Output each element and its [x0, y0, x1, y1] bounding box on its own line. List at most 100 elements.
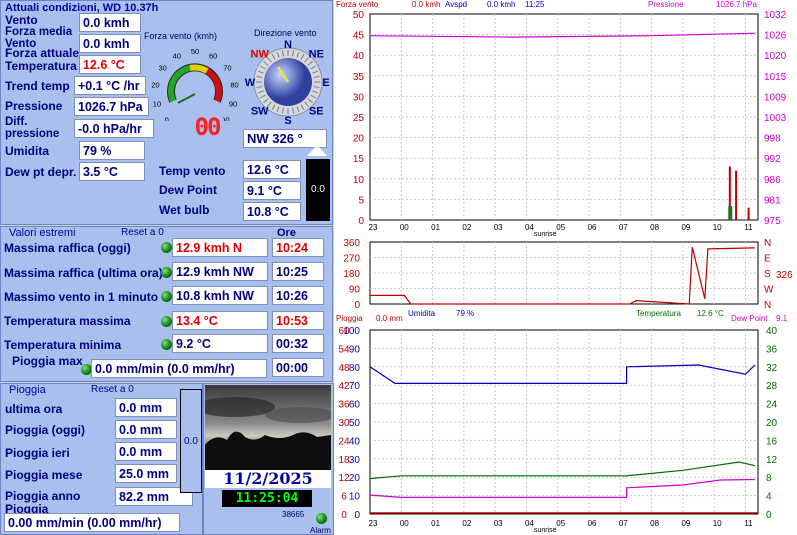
value-pressione: 1026.7 hPa	[74, 97, 149, 116]
compass-label: NE	[309, 49, 324, 61]
label-wet-bulb: Wet bulb	[159, 203, 210, 217]
y-tick-label-rain: 60	[338, 326, 350, 337]
y-tick-label-humidity: 0	[354, 510, 360, 521]
extreme-label-3: Temperatura massima	[4, 314, 131, 328]
x-tick-label: 08	[650, 223, 659, 232]
x-tick-label: 08	[650, 519, 659, 528]
x-tick-label: 00	[400, 519, 409, 528]
x-tick-label: 10	[713, 223, 722, 232]
extreme-label-2: Massimo vento in 1 minuto	[4, 290, 159, 304]
x-tick-label: 23	[369, 519, 378, 528]
compass-label: SW	[251, 105, 269, 117]
y-tick-label-humidity: 70	[349, 381, 361, 392]
x-tick-label: 00	[400, 223, 409, 232]
gauge-needle	[177, 93, 196, 104]
gauge-tick-label: 60	[209, 51, 217, 60]
y-tick-label-rain: 24	[338, 436, 350, 447]
rain-rate-value: 0.00 mm/min (0.00 mm/hr)	[4, 513, 180, 532]
x-tick-label: 03	[494, 519, 503, 528]
value-diff-pressione: -0.0 hPa/hr	[74, 119, 154, 138]
y-tick-label-rain: 18	[338, 455, 350, 466]
y-tick-label-left: 0	[358, 216, 364, 227]
gauge-tick-label: 80	[230, 81, 238, 90]
y-tick-label-rain: 30	[338, 418, 350, 429]
y-tick-label-right: 992	[764, 154, 781, 165]
counter-text: 38665	[282, 510, 305, 519]
label-temperatura: Temperatura	[5, 59, 77, 73]
y-tick-label-rain: 48	[338, 363, 350, 374]
rain-value-0: 0.0 mm	[115, 398, 177, 417]
x-tick-label: 23	[369, 223, 378, 232]
extreme-label-1: Massima raffica (ultima ora)	[4, 266, 163, 280]
y-tick-label-right: N	[764, 300, 771, 311]
status-led-icon	[161, 339, 172, 350]
y-tick-label-left: 35	[353, 72, 365, 83]
status-led-icon	[161, 316, 172, 327]
x-tick-label: 11	[744, 519, 753, 528]
value-temperatura: 12.6 °C	[79, 55, 141, 74]
extremes-reset-button[interactable]: Reset a 0	[121, 227, 164, 238]
y-tick-label-temperature: 40	[766, 326, 778, 337]
y-tick-label-left: 25	[353, 113, 365, 124]
x-tick-label: 05	[556, 223, 565, 232]
gauge-tick-label: 50	[191, 47, 199, 56]
y-tick-label-right: 1020	[764, 51, 787, 62]
value-temp-vento: 12.6 °C	[243, 160, 301, 179]
label-dew-point: Dew Point	[159, 183, 218, 197]
y-tick-label-rain: 6	[341, 492, 347, 503]
compass-label: SE	[309, 105, 324, 117]
extreme-time-0: 10:24	[272, 238, 324, 257]
extreme-label-5: Pioggia max	[12, 354, 83, 368]
x-tick-label: 01	[431, 223, 440, 232]
value-umidita: 79 %	[79, 141, 145, 160]
webcam-image	[205, 385, 331, 470]
x-tick-label: 01	[431, 519, 440, 528]
current-conditions-panel: Attuali condizioni, WD 10.37h Vento 0.0 …	[0, 0, 333, 225]
y-tick-label-left: 40	[353, 51, 365, 62]
label-temp-vento: Temp vento	[159, 164, 226, 178]
y-tick-label-right: N	[764, 238, 771, 249]
y-tick-label-rain: 12	[338, 473, 350, 484]
x-tick-label: 11	[744, 223, 753, 232]
y-tick-label-left: 90	[349, 285, 361, 296]
x-tick-label: 09	[681, 519, 690, 528]
gauge-tick-label: 0	[165, 115, 169, 121]
rain-bar-display: 0.0	[180, 389, 202, 493]
y-tick-label-left: 270	[343, 254, 360, 265]
y-tick-label-humidity: 80	[349, 363, 361, 374]
humidity-temperature-chart: 0102030405060708090100061218243036424854…	[338, 326, 778, 534]
extreme-value-5: 0.0 mm/min (0.0 mm/hr)	[91, 359, 267, 378]
y-tick-label-temperature: 8	[766, 473, 772, 484]
compass-label: NW	[251, 49, 270, 61]
extreme-label-4: Temperatura minima	[4, 338, 122, 352]
value-dew-pt-depr: 3.5 °C	[79, 162, 145, 181]
rain-value-1: 0.0 mm	[115, 420, 177, 439]
y-tick-label-right: 1009	[764, 92, 787, 103]
y-tick-label-left: 0	[354, 300, 360, 311]
y-tick-label-right: 1015	[764, 72, 787, 83]
gauge-digital-display: 00	[191, 114, 223, 140]
rain-label-2: Pioggia ieri	[5, 446, 70, 460]
gauge-tick-label: 20	[151, 81, 159, 90]
y-tick-label-left: 20	[353, 134, 365, 145]
gauge-title: Forza vento (kmh)	[144, 31, 218, 41]
alarm-led-icon[interactable]	[316, 513, 327, 524]
y-tick-label-left: 50	[353, 10, 365, 21]
wind-speed-gauge: 010203040 50 60708090100	[151, 47, 238, 121]
rain-title: Pioggia	[9, 384, 46, 396]
x-tick-label: 07	[619, 223, 628, 232]
value-vento: 0.0 kmh	[79, 13, 141, 32]
y-tick-label-temperature: 12	[766, 455, 778, 466]
time-display: 11:25:04	[222, 490, 312, 507]
extreme-label-0: Massima raffica (oggi)	[4, 241, 131, 255]
x-tick-label: 02	[462, 223, 471, 232]
extreme-value-2: 10.8 kmh NW	[172, 286, 268, 305]
x-tick-label: 06	[588, 519, 597, 528]
y-tick-label-left: 180	[343, 269, 360, 280]
rain-reset-button[interactable]: Reset a 0	[91, 384, 134, 395]
value-dew-point: 9.1 °C	[243, 181, 301, 200]
y-tick-label-rain: 42	[338, 381, 350, 392]
extreme-time-4: 00:32	[272, 334, 324, 353]
g2-humidity-label: Umidita	[408, 309, 436, 318]
collapse-arrow-icon[interactable]	[307, 145, 327, 156]
